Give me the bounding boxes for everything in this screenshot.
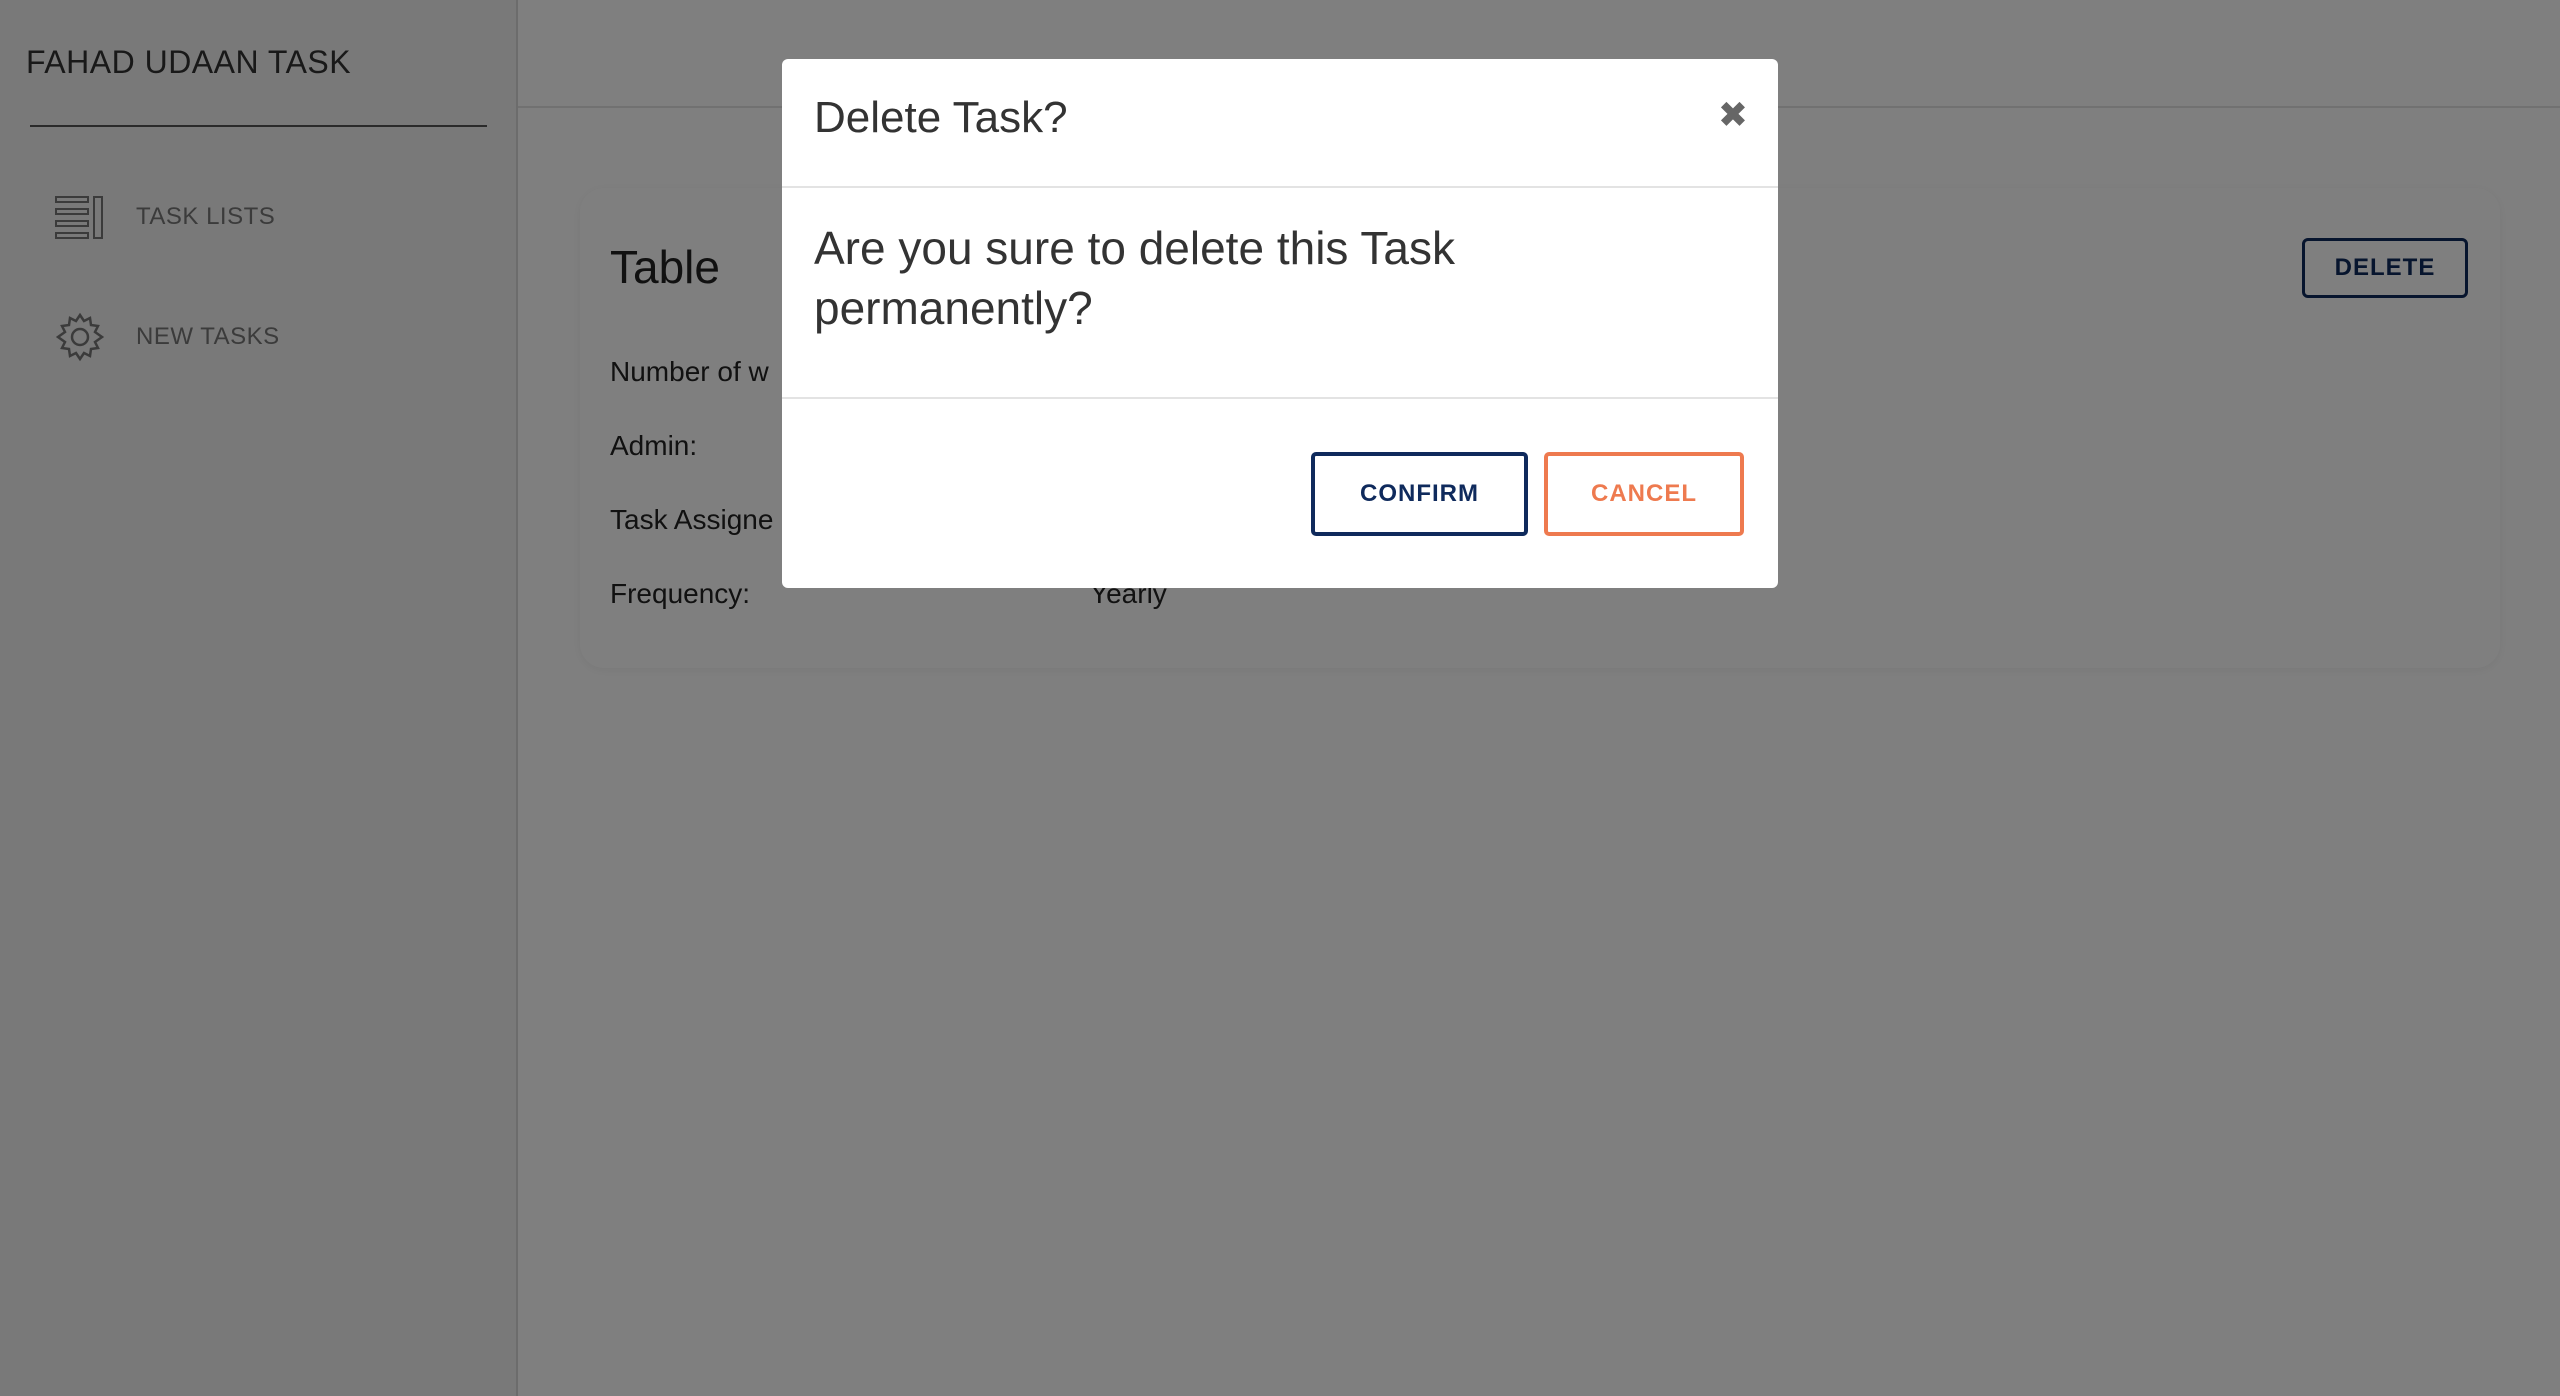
modal-title: Delete Task? (814, 93, 1068, 142)
delete-task-dialog: Delete Task? ✖ Are you sure to delete th… (782, 59, 1778, 588)
modal-body: Are you sure to delete this Task permane… (782, 188, 1778, 399)
confirm-button[interactable]: CONFIRM (1311, 452, 1528, 536)
cancel-button[interactable]: CANCEL (1544, 452, 1744, 536)
close-icon[interactable]: ✖ (1718, 93, 1748, 137)
modal-header: Delete Task? ✖ (782, 59, 1778, 188)
modal-message: Are you sure to delete this Task permane… (814, 222, 1455, 334)
